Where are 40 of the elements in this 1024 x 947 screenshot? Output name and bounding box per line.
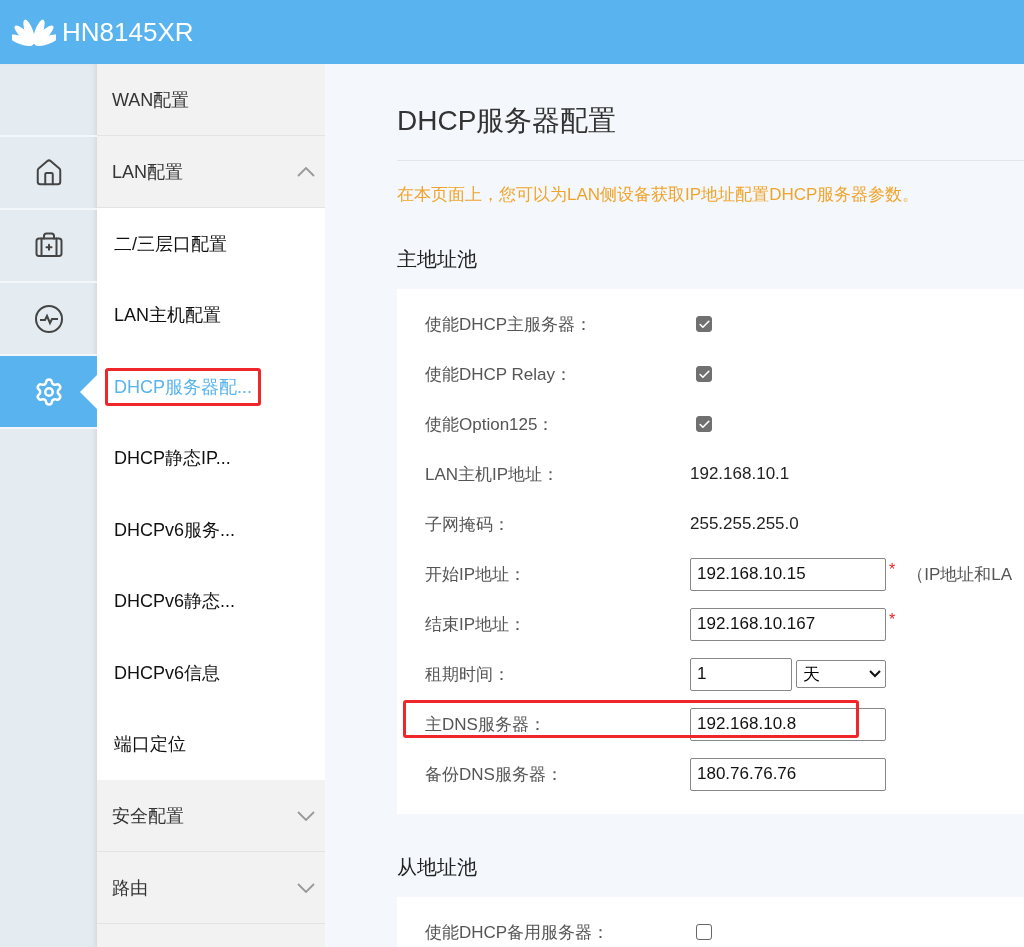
menu-item[interactable]: 端口定位	[105, 725, 195, 764]
pulse-icon	[33, 303, 64, 334]
menu-item[interactable]: DHCP静态IP...	[105, 439, 240, 478]
field-value: 192.168.10.1	[690, 464, 790, 484]
section-heading: 主地址池	[397, 247, 478, 272]
caret-icon	[869, 670, 881, 678]
menu-item[interactable]: DHCPv6信息	[105, 653, 229, 692]
menu-item[interactable]: DHCPv6服务...	[105, 510, 245, 549]
required-mark: *	[889, 611, 896, 629]
field-label: 使能DHCP Relay：	[425, 363, 574, 386]
section-heading: 从地址池	[397, 855, 478, 880]
input-field[interactable]: 1	[690, 657, 792, 691]
field-label: 使能DHCP主服务器：	[425, 313, 594, 336]
field-label: LAN主机IP地址：	[425, 463, 561, 486]
field-value: 255.255.255.0	[690, 514, 799, 534]
unit-select[interactable]: 天	[796, 660, 886, 688]
field-label: 结束IP地址：	[425, 613, 528, 636]
input-field[interactable]: 192.168.10.167	[690, 607, 886, 641]
required-mark: *	[889, 561, 896, 579]
input-field[interactable]: 192.168.10.8	[690, 707, 886, 741]
device-model: HN8145XR	[62, 16, 194, 48]
checkbox[interactable]	[696, 416, 712, 432]
checkbox[interactable]	[696, 924, 712, 940]
hint-text: （IP地址和LA	[907, 563, 1013, 586]
input-field[interactable]: 192.168.10.15	[690, 557, 886, 591]
checkbox[interactable]	[696, 316, 712, 332]
menu-item[interactable]: DHCPv6静态...	[105, 582, 245, 621]
page-title: DHCP服务器配置	[397, 102, 1024, 161]
field-label: 使能DHCP备用服务器：	[425, 921, 611, 944]
page-description: 在本页面上，您可以为LAN侧设备获取IP地址配置DHCP服务器参数。	[397, 184, 921, 206]
field-label: 租期时间：	[425, 663, 511, 686]
field-label: 主DNS服务器：	[425, 713, 547, 736]
field-label: 使能Option125：	[425, 413, 556, 436]
input-field[interactable]: 180.76.76.76	[690, 757, 886, 791]
field-label: 子网掩码：	[425, 513, 511, 536]
menu-item[interactable]: LAN主机配置	[105, 296, 230, 335]
field-label: 备份DNS服务器：	[425, 763, 564, 786]
field-label: 开始IP地址：	[425, 563, 528, 586]
menu-item[interactable]: 二/三层口配置	[105, 224, 236, 263]
checkbox[interactable]	[696, 366, 712, 382]
